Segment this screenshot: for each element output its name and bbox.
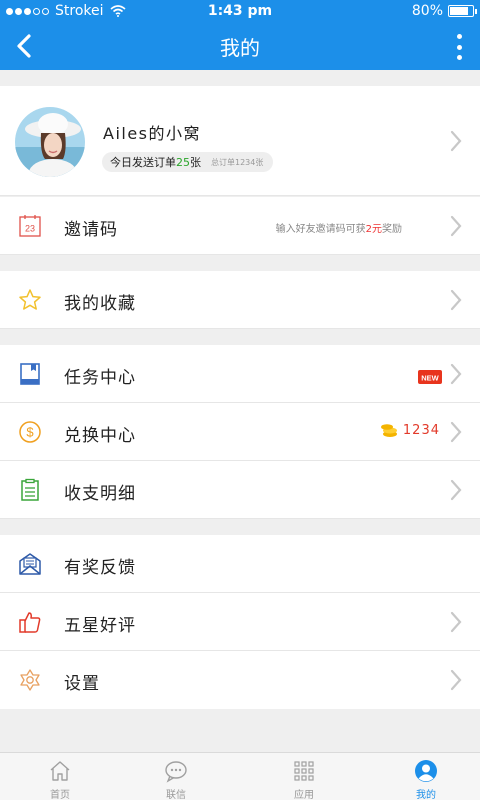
today-orders-count: 25 bbox=[176, 156, 190, 169]
avatar[interactable] bbox=[15, 107, 85, 177]
feedback-row[interactable]: 有奖反馈 bbox=[0, 535, 480, 593]
tab-me[interactable]: 我的 bbox=[366, 753, 480, 800]
tab-chat[interactable]: 联信 bbox=[116, 753, 236, 800]
nav-bar: 我的 bbox=[0, 22, 480, 70]
page-title: 我的 bbox=[220, 36, 260, 60]
chat-icon bbox=[165, 761, 187, 783]
five-star-rating-label: 五星好评 bbox=[64, 616, 136, 636]
today-orders-prefix: 今日发送订单 bbox=[110, 156, 176, 169]
chevron-right-icon bbox=[450, 289, 462, 311]
status-bar: Strokei 1:43 pm 80% bbox=[0, 0, 480, 22]
settings-label: 设置 bbox=[64, 674, 100, 694]
five-star-rating-row[interactable]: 五星好评 bbox=[0, 593, 480, 651]
feedback-label: 有奖反馈 bbox=[64, 558, 136, 578]
svg-text:NEW: NEW bbox=[421, 374, 439, 383]
tab-label: 应用 bbox=[294, 790, 314, 800]
favorites-label: 我的收藏 bbox=[64, 294, 136, 314]
chevron-right-icon bbox=[450, 479, 462, 501]
tab-label: 我的 bbox=[416, 790, 436, 800]
gear-icon bbox=[20, 669, 40, 691]
chevron-right-icon bbox=[450, 611, 462, 633]
new-badge-icon: NEW bbox=[418, 370, 442, 384]
svg-text:$: $ bbox=[26, 425, 34, 440]
home-icon bbox=[50, 761, 70, 781]
coin-count: 1234 bbox=[402, 422, 440, 438]
book-icon bbox=[20, 363, 40, 385]
battery-percent: 80% bbox=[411, 3, 443, 19]
tab-label: 联信 bbox=[166, 790, 186, 800]
clipboard-icon bbox=[21, 478, 39, 501]
bottom-tab-bar: 首页 联信 应用 我的 bbox=[0, 752, 480, 800]
task-center-label: 任务中心 bbox=[64, 368, 136, 388]
chevron-right-icon bbox=[450, 421, 462, 443]
exchange-center-label: 兑换中心 bbox=[64, 426, 136, 446]
task-center-row[interactable]: 任务中心 NEW bbox=[0, 345, 480, 403]
star-icon bbox=[19, 289, 41, 310]
total-orders: 总订单1234张 bbox=[211, 157, 264, 167]
dollar-coin-icon: $ bbox=[19, 421, 41, 443]
profile-name: Ailes的小窝 bbox=[103, 124, 202, 143]
chevron-right-icon bbox=[450, 215, 462, 237]
calendar-icon: 23 bbox=[19, 215, 41, 237]
profile-card[interactable]: Ailes的小窝 今日发送订单25张 总订单1234张 bbox=[0, 86, 480, 196]
chevron-right-icon bbox=[450, 363, 462, 385]
clock: 1:43 pm bbox=[207, 3, 273, 19]
exchange-center-row[interactable]: $ 兑换中心 1234 bbox=[0, 403, 480, 461]
income-expense-label: 收支明细 bbox=[64, 484, 136, 504]
coins-icon bbox=[380, 424, 397, 437]
chevron-right-icon bbox=[450, 130, 462, 152]
battery-icon bbox=[448, 5, 477, 17]
income-expense-row[interactable]: 收支明细 bbox=[0, 461, 480, 519]
invite-code-row[interactable]: 23 邀请码 输入好友邀请码可获2元奖励 bbox=[0, 197, 480, 255]
chevron-right-icon bbox=[450, 669, 462, 691]
tab-label: 首页 bbox=[50, 790, 70, 800]
favorites-row[interactable]: 我的收藏 bbox=[0, 271, 480, 329]
today-orders-suffix: 张 bbox=[190, 156, 201, 169]
top-bar: Strokei 1:43 pm 80% 我的 bbox=[0, 0, 480, 70]
tab-apps[interactable]: 应用 bbox=[244, 753, 364, 800]
tab-home[interactable]: 首页 bbox=[0, 753, 120, 800]
thumbs-up-icon bbox=[19, 612, 41, 633]
user-icon bbox=[415, 760, 437, 782]
more-icon[interactable] bbox=[454, 34, 464, 60]
settings-row[interactable]: 设置 bbox=[0, 651, 480, 709]
envelope-icon bbox=[19, 553, 41, 575]
invite-hint: 输入好友邀请码可获2元奖励 bbox=[275, 224, 402, 235]
invite-code-label: 邀请码 bbox=[64, 220, 118, 240]
svg-text:23: 23 bbox=[25, 224, 35, 234]
apps-grid-icon bbox=[294, 761, 314, 781]
order-stats-badge: 今日发送订单25张 总订单1234张 bbox=[102, 152, 274, 172]
coin-balance: 1234 bbox=[380, 422, 440, 438]
